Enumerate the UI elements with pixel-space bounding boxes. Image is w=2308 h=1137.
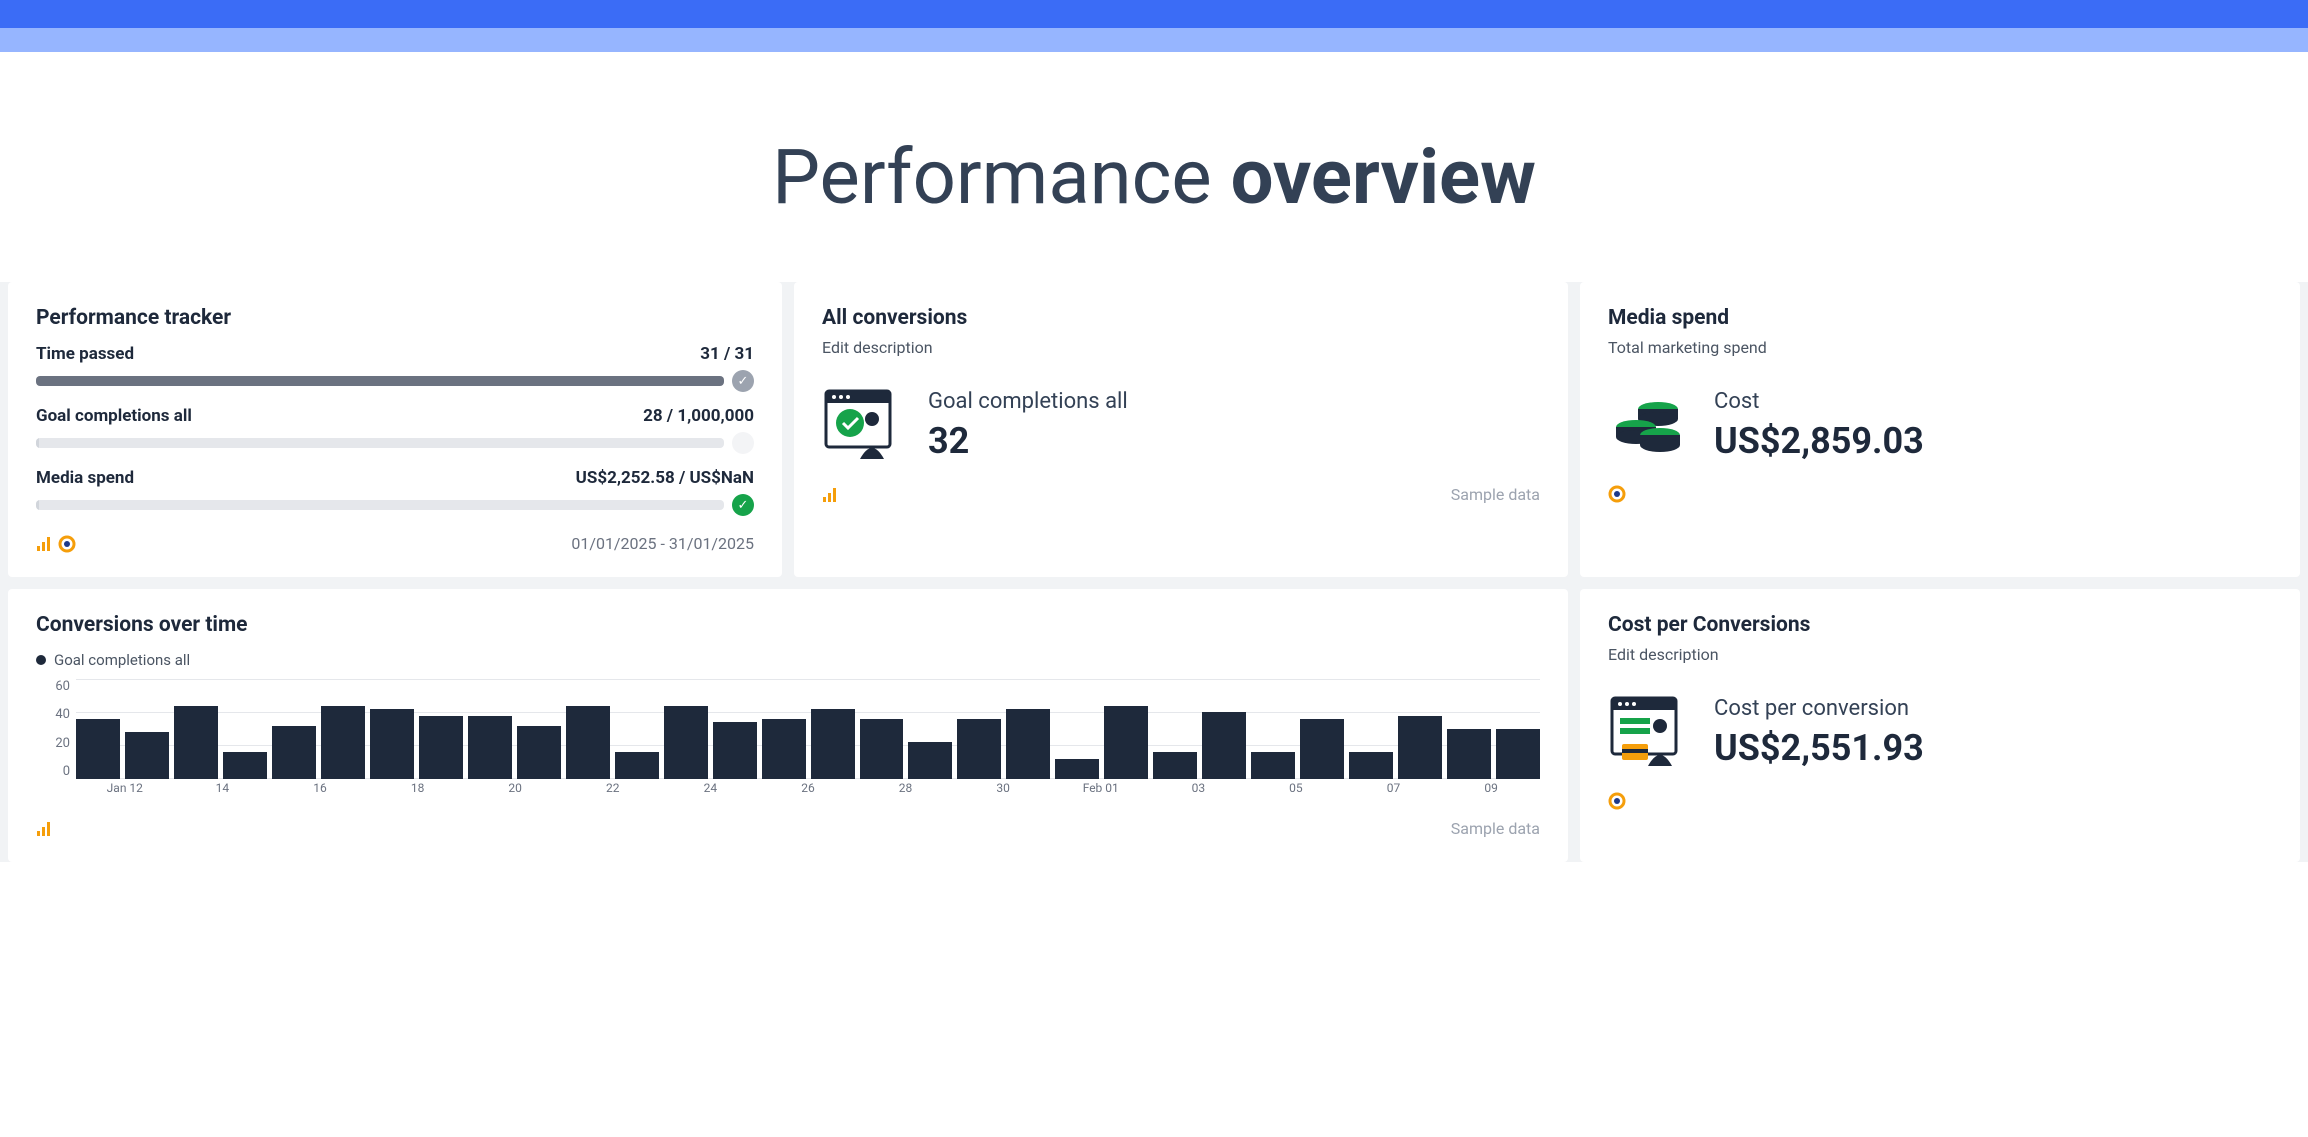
chart-bar xyxy=(1496,729,1540,779)
page-title-bold: overview xyxy=(1231,132,1536,222)
legend-dot-icon xyxy=(36,655,46,665)
source-ring-icon xyxy=(1608,485,1626,503)
analytics-icon xyxy=(822,487,838,503)
chart-bar xyxy=(713,722,757,779)
chart-bar xyxy=(615,752,659,779)
date-range: 01/01/2025 - 31/01/2025 xyxy=(571,534,754,553)
card-title: Media spend xyxy=(1608,306,2272,330)
card-subtitle: Total marketing spend xyxy=(1608,338,2272,357)
conversions-chart-card: Conversions over time Goal completions a… xyxy=(8,589,1568,862)
chart-bar xyxy=(1300,719,1344,779)
tracker-label: Time passed xyxy=(36,344,134,364)
analytics-icon xyxy=(36,536,52,552)
chart-bar xyxy=(1006,709,1050,779)
chart-bar xyxy=(1104,706,1148,779)
chart-bar xyxy=(1153,752,1197,779)
header-stripe-1 xyxy=(0,0,2308,28)
tracker-value: 28 / 1,000,000 xyxy=(643,406,754,426)
source-ring-icon xyxy=(58,535,76,553)
chart-bar xyxy=(566,706,610,779)
card-title: Cost per Conversions xyxy=(1608,613,2272,637)
sample-data-label: Sample data xyxy=(1451,485,1540,504)
chart-bar xyxy=(321,706,365,779)
metric-value: US$2,551.93 xyxy=(1714,727,1924,769)
chart-bar xyxy=(1349,752,1393,779)
page-title: Performance overview xyxy=(0,52,2308,282)
card-title: All conversions xyxy=(822,306,1540,330)
card-subtitle[interactable]: Edit description xyxy=(1608,645,2272,664)
tracker-value: US$2,252.58 / US$NaN xyxy=(576,468,754,488)
progress-bar-spend: ✓ xyxy=(36,494,754,516)
sample-data-label: Sample data xyxy=(1451,819,1540,838)
conversion-browser-icon xyxy=(822,385,902,465)
metric-label: Cost xyxy=(1714,389,1924,414)
card-subtitle[interactable]: Edit description xyxy=(822,338,1540,357)
card-title: Performance tracker xyxy=(36,306,754,330)
chart-bar xyxy=(174,706,218,779)
chart-bar xyxy=(762,719,806,779)
tracker-value: 31 / 31 xyxy=(700,344,754,364)
progress-bar-time: ✓ xyxy=(36,370,754,392)
chart-bar xyxy=(419,716,463,779)
chart-bar xyxy=(957,719,1001,779)
chart-bar xyxy=(1055,759,1099,779)
legend-label: Goal completions all xyxy=(54,651,190,669)
chart-bar xyxy=(908,742,952,779)
header-stripe-2 xyxy=(0,28,2308,52)
metric-label: Cost per conversion xyxy=(1714,696,1924,721)
chart-bar xyxy=(223,752,267,779)
coins-icon xyxy=(1608,385,1688,465)
metric-label: Goal completions all xyxy=(928,389,1128,414)
all-conversions-card: All conversions Edit description Goal co… xyxy=(794,282,1568,577)
chart-bar xyxy=(1202,712,1246,779)
chart-bar xyxy=(811,709,855,779)
chart-bar xyxy=(76,719,120,779)
source-ring-icon xyxy=(1608,792,1626,810)
cost-browser-icon xyxy=(1608,692,1688,772)
chart-bar xyxy=(1447,729,1491,779)
progress-bar-goals xyxy=(36,432,754,454)
tracker-label: Media spend xyxy=(36,468,134,488)
chart-bar xyxy=(860,719,904,779)
page-title-pre: Performance xyxy=(772,132,1231,222)
chart-bar xyxy=(272,726,316,779)
check-icon: ✓ xyxy=(732,370,754,392)
media-spend-card: Media spend Total marketing spend Cost U… xyxy=(1580,282,2300,577)
chart-bar xyxy=(370,709,414,779)
analytics-icon xyxy=(36,821,52,837)
tracker-row-spend: Media spend US$2,252.58 / US$NaN xyxy=(36,468,754,488)
chart-bar xyxy=(468,716,512,779)
card-title: Conversions over time xyxy=(36,613,1540,637)
performance-tracker-card: Performance tracker Time passed 31 / 31 … xyxy=(8,282,782,577)
metric-value: 32 xyxy=(928,420,1128,462)
tracker-label: Goal completions all xyxy=(36,406,192,426)
chart-bar xyxy=(664,706,708,779)
chart-bar xyxy=(125,732,169,779)
chart-bar xyxy=(517,726,561,779)
check-icon: ✓ xyxy=(732,494,754,516)
cost-per-conversions-card: Cost per Conversions Edit description Co… xyxy=(1580,589,2300,862)
chart-bar xyxy=(1398,716,1442,779)
tracker-row-goals: Goal completions all 28 / 1,000,000 xyxy=(36,406,754,426)
metric-value: US$2,859.03 xyxy=(1714,420,1924,462)
chart-bar xyxy=(1251,752,1295,779)
bar-chart: 6040200 Jan 12141618202224262830Feb 0103… xyxy=(36,679,1540,799)
chart-legend: Goal completions all xyxy=(36,651,1540,669)
check-icon xyxy=(732,432,754,454)
tracker-row-time: Time passed 31 / 31 xyxy=(36,344,754,364)
